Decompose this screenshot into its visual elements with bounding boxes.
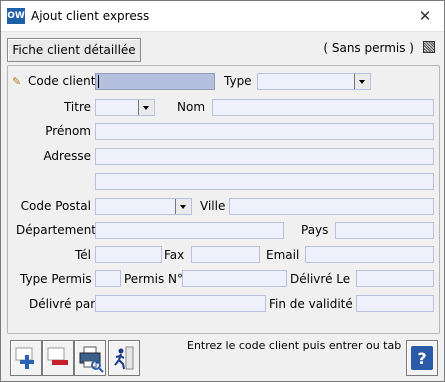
- delivre-par-label: Délivré par: [29, 297, 96, 311]
- departement-label: Département: [16, 223, 96, 237]
- ville-label: Ville: [200, 199, 226, 213]
- adresse-label: Adresse: [43, 149, 91, 163]
- titre-select[interactable]: [95, 99, 155, 116]
- permis-no-input[interactable]: [182, 270, 287, 287]
- delivre-le-input[interactable]: [356, 270, 434, 287]
- fax-label: Fax: [164, 248, 185, 262]
- chevron-down-icon[interactable]: [354, 74, 370, 89]
- exit-button[interactable]: [108, 340, 140, 376]
- departement-input[interactable]: [95, 222, 284, 239]
- pencil-icon: ✎: [12, 75, 22, 88]
- pays-input[interactable]: [335, 222, 434, 239]
- prenom-label: Prénom: [45, 124, 91, 138]
- fax-input[interactable]: [191, 246, 260, 263]
- delivre-le-label: Délivré Le: [290, 272, 351, 286]
- fin-validite-input[interactable]: [356, 295, 434, 312]
- close-icon[interactable]: ✕: [416, 7, 434, 25]
- type-permis-input[interactable]: [95, 270, 121, 287]
- adresse-line1-input[interactable]: [95, 148, 434, 165]
- type-label: Type: [224, 74, 252, 88]
- adresse-line2-input[interactable]: [95, 173, 434, 190]
- help-icon: ?: [411, 346, 433, 370]
- sans-permis-label: ( Sans permis ): [323, 41, 414, 55]
- code-postal-label: Code Postal: [20, 199, 91, 213]
- ajout-client-window: OW Ajout client express ✕ Fiche client d…: [0, 0, 445, 382]
- exit-runner-icon: [114, 346, 134, 370]
- email-input[interactable]: [305, 246, 434, 263]
- type-permis-label: Type Permis: [20, 272, 92, 286]
- title-bar: OW Ajout client express ✕: [1, 1, 444, 32]
- chevron-down-icon[interactable]: [175, 199, 191, 214]
- code-client-label: Code client: [28, 74, 96, 88]
- nom-input[interactable]: [212, 99, 434, 116]
- print-preview-button[interactable]: [74, 340, 106, 376]
- delivre-par-input[interactable]: [95, 295, 266, 312]
- prenom-input[interactable]: [95, 123, 434, 140]
- remove-button[interactable]: [42, 340, 74, 376]
- remove-icon: [47, 347, 68, 365]
- nom-label: Nom: [177, 100, 206, 114]
- fin-validite-label: Fin de validité: [269, 297, 353, 311]
- app-icon: OW: [7, 8, 25, 24]
- help-button[interactable]: ?: [406, 340, 438, 376]
- permis-no-label: Permis N°: [124, 272, 183, 286]
- ville-input[interactable]: [229, 198, 434, 215]
- add-icon: [15, 347, 34, 369]
- pays-label: Pays: [301, 223, 329, 237]
- chevron-down-icon[interactable]: [138, 100, 154, 115]
- sans-permis-checkbox[interactable]: [423, 41, 435, 53]
- add-button[interactable]: [10, 340, 42, 376]
- tel-label: Tél: [74, 248, 91, 262]
- svg-text:?: ?: [417, 349, 426, 368]
- type-select[interactable]: [257, 73, 371, 90]
- email-label: Email: [266, 248, 300, 262]
- code-client-input[interactable]: [95, 73, 215, 90]
- code-postal-select[interactable]: [95, 198, 192, 215]
- titre-label: Titre: [63, 100, 91, 114]
- tel-input[interactable]: [95, 246, 162, 263]
- window-title: Ajout client express: [31, 9, 150, 23]
- fiche-client-detaillee-button[interactable]: Fiche client détaillée: [7, 38, 141, 62]
- help-text: Entrez le code client puis entrer ou tab: [187, 339, 402, 352]
- print-preview-icon: [79, 346, 104, 373]
